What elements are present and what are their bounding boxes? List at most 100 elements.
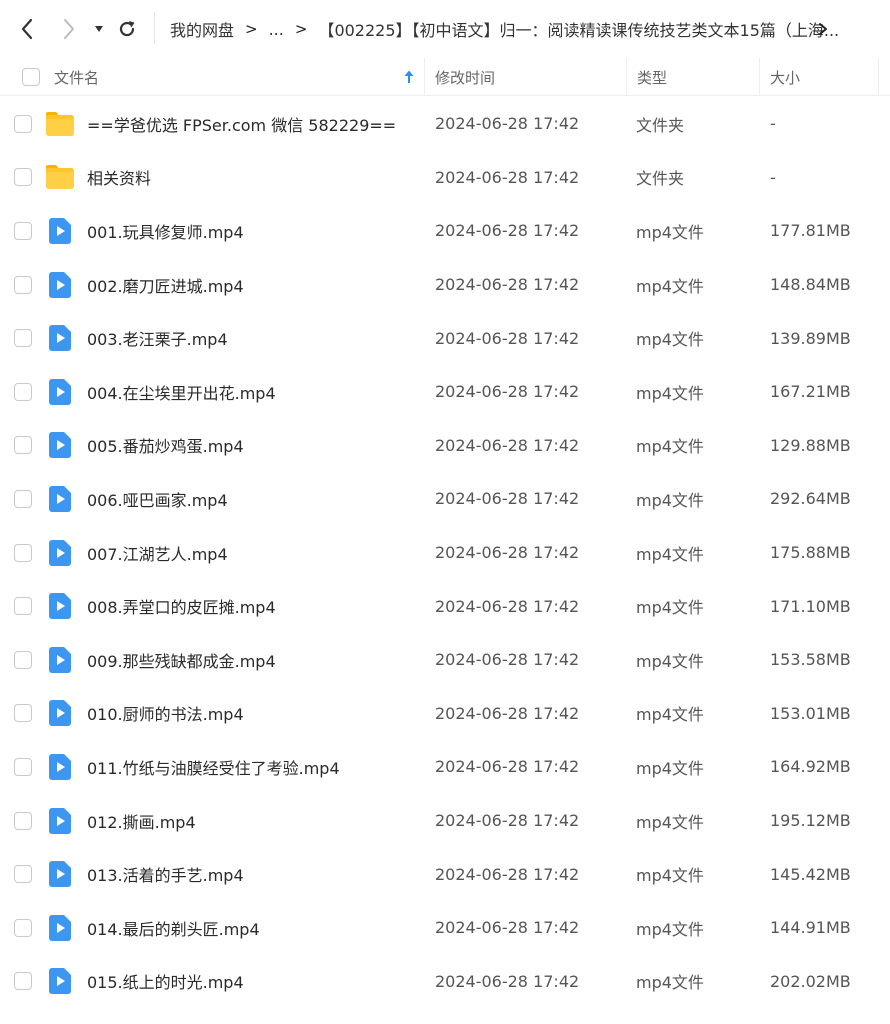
file-row[interactable]: 001.玩具修复师.mp4 2024-06-28 17:42 mp4文件 177… <box>0 204 890 258</box>
breadcrumb-more-button[interactable] <box>818 16 828 42</box>
column-header-size-label: 大小 <box>770 68 801 87</box>
navigation-bar: 我的网盘 > ... > 【002225】【初中语文】归一：阅读精读课传统技艺类… <box>0 0 890 58</box>
row-checkbox[interactable] <box>14 489 32 508</box>
chevron-left-icon <box>21 18 33 40</box>
file-size: 177.81MB <box>770 221 851 241</box>
video-file-icon <box>49 539 71 566</box>
file-type: mp4文件 <box>636 490 704 510</box>
file-row[interactable]: 014.最后的剃头匠.mp4 2024-06-28 17:42 mp4文件 14… <box>0 901 890 955</box>
row-checkbox[interactable] <box>14 650 32 669</box>
file-modified-time: 2024-06-28 17:42 <box>435 114 580 134</box>
file-type: mp4文件 <box>636 919 704 939</box>
file-row[interactable]: ==学爸优选 FPSer.com 微信 582229== 2024-06-28 … <box>0 97 890 151</box>
file-size: 153.01MB <box>770 703 851 723</box>
file-row[interactable]: 009.那些残缺都成金.mp4 2024-06-28 17:42 mp4文件 1… <box>0 633 890 687</box>
file-row[interactable]: 007.江湖艺人.mp4 2024-06-28 17:42 mp4文件 175.… <box>0 526 890 580</box>
file-modified-time: 2024-06-28 17:42 <box>435 435 580 455</box>
row-checkbox[interactable] <box>14 168 32 187</box>
row-checkbox[interactable] <box>14 972 32 991</box>
file-name[interactable]: 007.江湖艺人.mp4 <box>87 526 228 580</box>
file-name[interactable]: ==学爸优选 FPSer.com 微信 582229== <box>87 97 396 151</box>
row-checkbox[interactable] <box>14 275 32 294</box>
file-type: mp4文件 <box>636 276 704 296</box>
column-header-time[interactable]: 修改时间 <box>424 58 626 96</box>
file-row[interactable]: 011.竹纸与油膜经受住了考验.mp4 2024-06-28 17:42 mp4… <box>0 740 890 794</box>
breadcrumb-separator-icon: > <box>294 20 308 38</box>
file-row[interactable]: 012.撕画.mp4 2024-06-28 17:42 mp4文件 195.12… <box>0 794 890 848</box>
row-checkbox[interactable] <box>14 597 32 616</box>
sort-ascending-icon[interactable] <box>402 68 416 86</box>
breadcrumb-root[interactable]: 我的网盘 <box>168 17 236 41</box>
file-row[interactable]: 010.厨师的书法.mp4 2024-06-28 17:42 mp4文件 153… <box>0 687 890 741</box>
file-modified-time: 2024-06-28 17:42 <box>435 596 580 616</box>
file-row[interactable]: 相关资料 2024-06-28 17:42 文件夹 - <box>0 151 890 205</box>
row-checkbox[interactable] <box>14 543 32 562</box>
file-name[interactable]: 015.纸上的时光.mp4 <box>87 955 244 1009</box>
file-name[interactable]: 012.撕画.mp4 <box>87 794 196 848</box>
row-checkbox[interactable] <box>14 704 32 723</box>
file-name[interactable]: 011.竹纸与油膜经受住了考验.mp4 <box>87 740 340 794</box>
file-modified-time: 2024-06-28 17:42 <box>435 221 580 241</box>
file-type: mp4文件 <box>636 651 704 671</box>
file-size: 171.10MB <box>770 596 851 616</box>
file-type: mp4文件 <box>636 330 704 350</box>
row-checkbox[interactable] <box>14 329 32 348</box>
row-checkbox[interactable] <box>14 757 32 776</box>
file-size: 139.89MB <box>770 328 851 348</box>
row-checkbox[interactable] <box>14 865 32 884</box>
file-row[interactable]: 003.老汪栗子.mp4 2024-06-28 17:42 mp4文件 139.… <box>0 311 890 365</box>
row-checkbox[interactable] <box>14 918 32 937</box>
file-type: mp4文件 <box>636 866 704 886</box>
forward-button[interactable] <box>56 15 82 43</box>
select-all-checkbox[interactable] <box>22 68 40 86</box>
file-modified-time: 2024-06-28 17:42 <box>435 382 580 402</box>
file-name[interactable]: 003.老汪栗子.mp4 <box>87 311 228 365</box>
column-header-type-label: 类型 <box>637 68 668 87</box>
breadcrumb-current[interactable]: 【002225】【初中语文】归一：阅读精读课传统技艺类文本15篇（上海... <box>316 17 841 41</box>
column-header-time-label: 修改时间 <box>435 68 496 87</box>
column-header-type[interactable]: 类型 <box>626 58 759 96</box>
file-modified-time: 2024-06-28 17:42 <box>435 489 580 509</box>
file-size: 145.42MB <box>770 864 851 884</box>
file-name[interactable]: 相关资料 <box>87 151 151 205</box>
row-checkbox[interactable] <box>14 436 32 455</box>
row-checkbox[interactable] <box>14 811 32 830</box>
file-row[interactable]: 002.磨刀匠进城.mp4 2024-06-28 17:42 mp4文件 148… <box>0 258 890 312</box>
caret-down-icon <box>95 26 103 32</box>
file-modified-time: 2024-06-28 17:42 <box>435 275 580 295</box>
row-checkbox[interactable] <box>14 382 32 401</box>
video-file-icon <box>49 271 71 298</box>
file-name[interactable]: 008.弄堂口的皮匠摊.mp4 <box>87 579 276 633</box>
file-name[interactable]: 010.厨师的书法.mp4 <box>87 687 244 741</box>
file-name[interactable]: 013.活着的手艺.mp4 <box>87 847 244 901</box>
row-checkbox[interactable] <box>14 221 32 240</box>
back-button[interactable] <box>14 15 40 43</box>
row-checkbox[interactable] <box>14 114 32 133</box>
column-header-size[interactable]: 大小 <box>759 58 879 96</box>
file-row[interactable]: 006.哑巴画家.mp4 2024-06-28 17:42 mp4文件 292.… <box>0 472 890 526</box>
file-size: 148.84MB <box>770 275 851 295</box>
file-name[interactable]: 002.磨刀匠进城.mp4 <box>87 258 244 312</box>
history-dropdown-button[interactable] <box>88 15 110 43</box>
breadcrumb-ellipsis[interactable]: ... <box>267 20 286 39</box>
file-row[interactable]: 015.纸上的时光.mp4 2024-06-28 17:42 mp4文件 202… <box>0 955 890 1009</box>
file-name[interactable]: 009.那些残缺都成金.mp4 <box>87 633 276 687</box>
column-header-name[interactable]: 文件名 <box>54 58 424 96</box>
file-name[interactable]: 006.哑巴画家.mp4 <box>87 472 228 526</box>
file-row[interactable]: 005.番茄炒鸡蛋.mp4 2024-06-28 17:42 mp4文件 129… <box>0 419 890 473</box>
file-type: mp4文件 <box>636 437 704 457</box>
file-row[interactable]: 004.在尘埃里开出花.mp4 2024-06-28 17:42 mp4文件 1… <box>0 365 890 419</box>
breadcrumb-separator-icon: > <box>245 20 258 38</box>
file-name[interactable]: 005.番茄炒鸡蛋.mp4 <box>87 419 244 473</box>
file-row[interactable]: 013.活着的手艺.mp4 2024-06-28 17:42 mp4文件 145… <box>0 847 890 901</box>
video-file-icon <box>49 432 71 459</box>
file-name[interactable]: 004.在尘埃里开出花.mp4 <box>87 365 276 419</box>
file-type: mp4文件 <box>636 222 704 242</box>
file-size: 175.88MB <box>770 543 851 563</box>
refresh-button[interactable] <box>114 15 140 43</box>
file-size: 129.88MB <box>770 435 851 455</box>
file-size: 144.91MB <box>770 918 851 938</box>
file-name[interactable]: 014.最后的剃头匠.mp4 <box>87 901 260 955</box>
file-name[interactable]: 001.玩具修复师.mp4 <box>87 204 244 258</box>
file-row[interactable]: 008.弄堂口的皮匠摊.mp4 2024-06-28 17:42 mp4文件 1… <box>0 579 890 633</box>
